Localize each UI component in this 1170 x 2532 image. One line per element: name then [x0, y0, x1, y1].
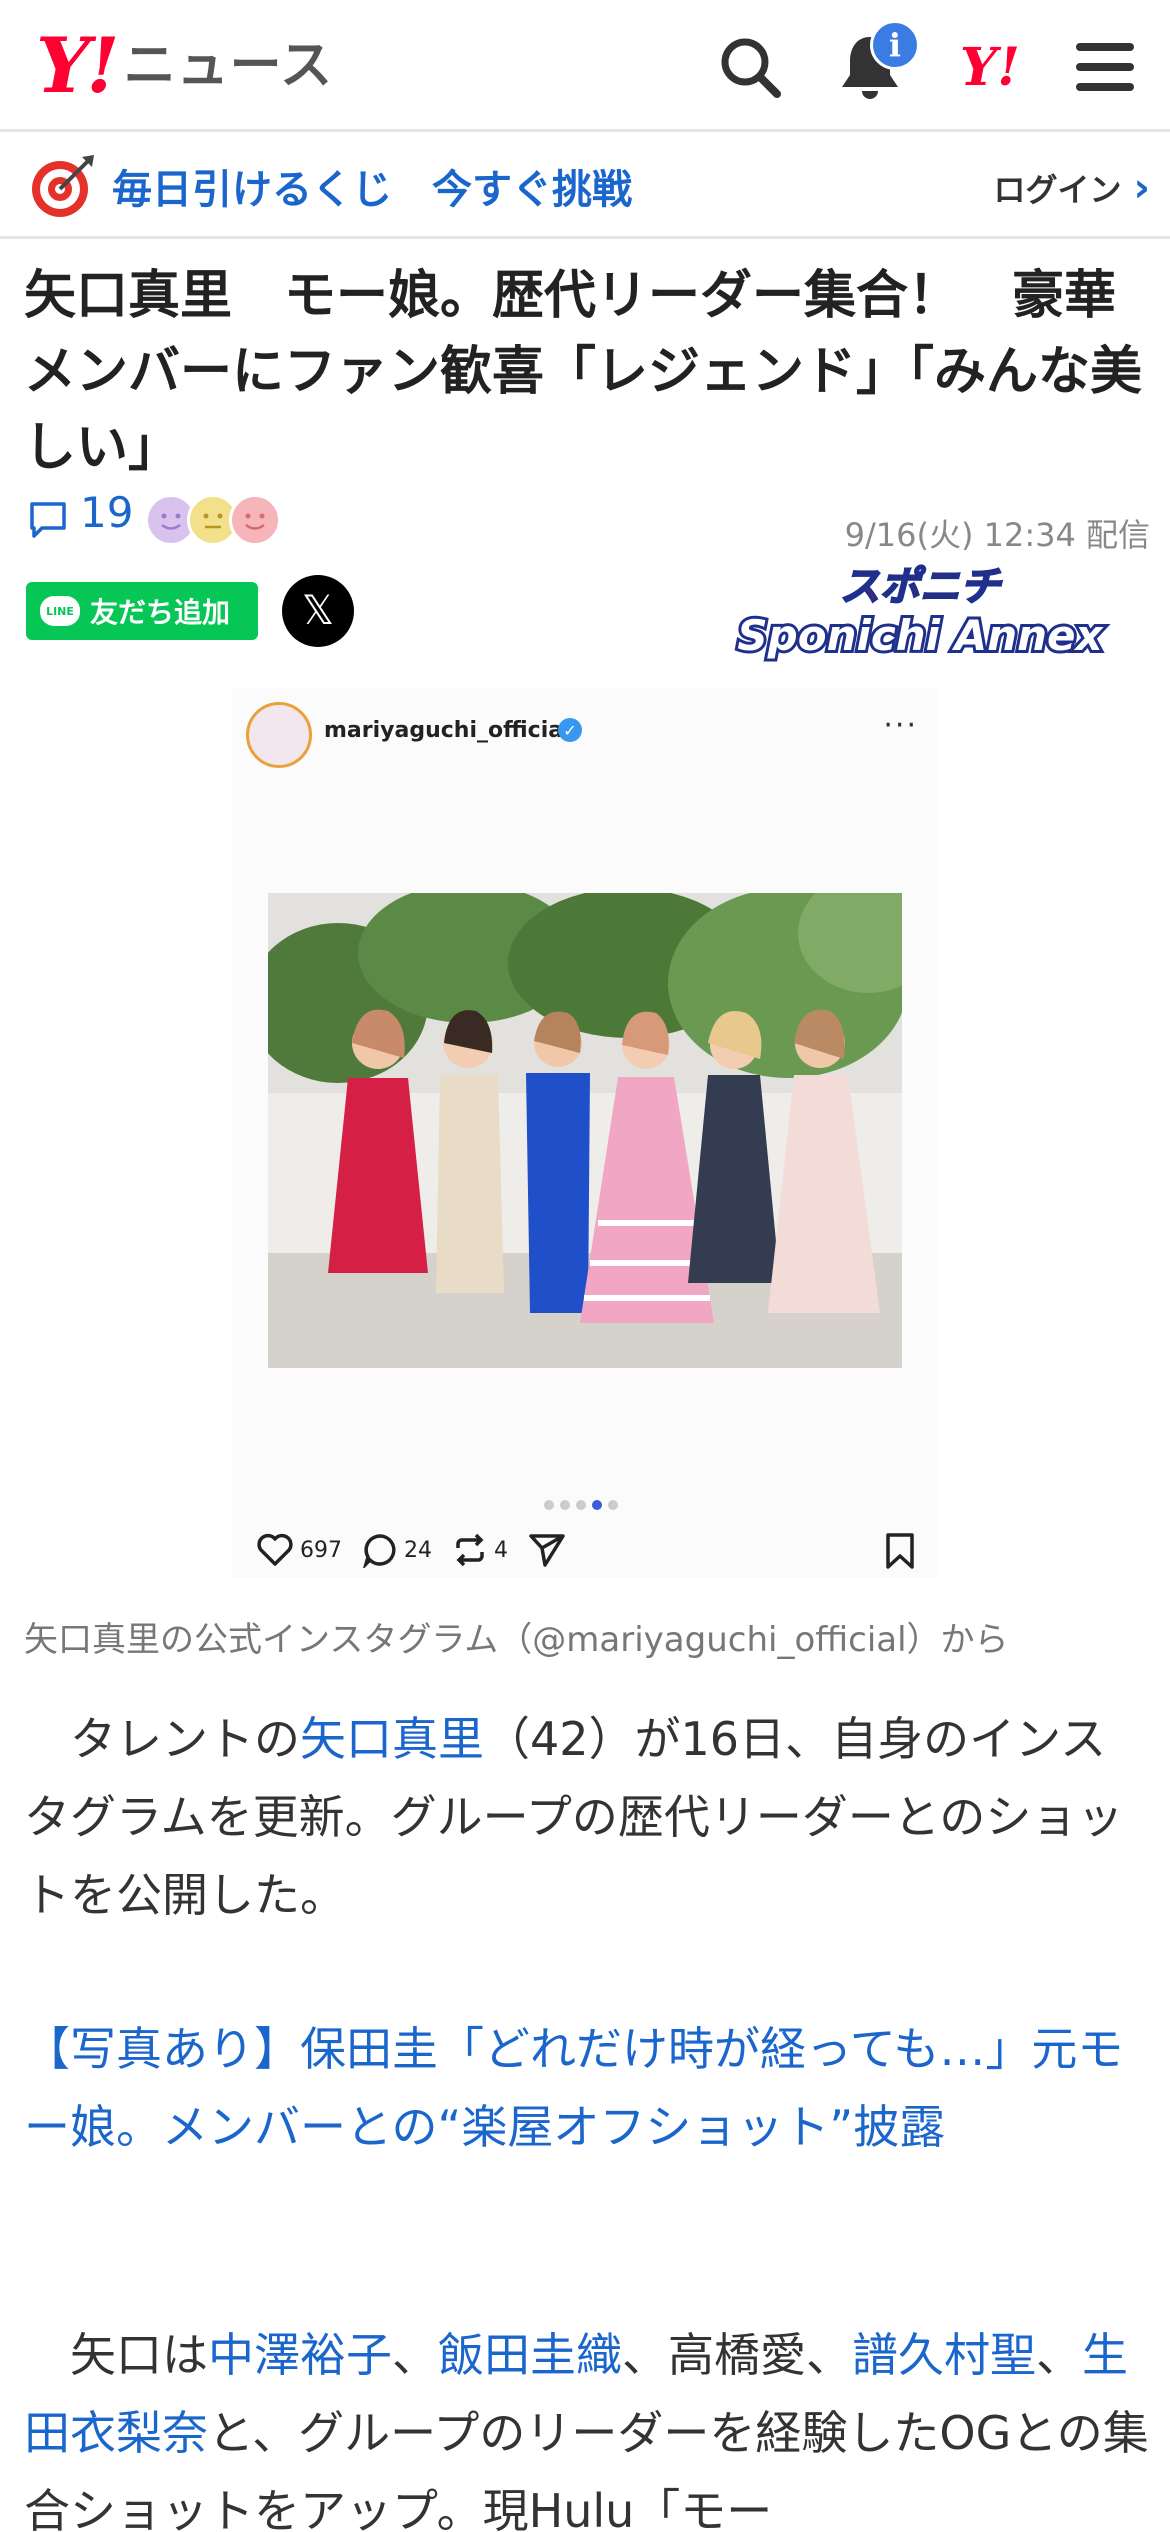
carousel-dot[interactable] — [608, 1500, 618, 1510]
image-caption: 矢口真里の公式インスタグラム（@mariyaguchi_official）から — [24, 1620, 1009, 1660]
article-image[interactable]: mariyaguchi_official ✓ ··· 697 24 4 — [232, 688, 938, 1578]
related-article-link[interactable]: 【写真あり】保田圭「どれだけ時が経っても…」元モー娘。メンバーとの“楽屋オフショ… — [24, 2010, 1149, 2166]
ig-like[interactable]: 697 — [256, 1533, 342, 1567]
ig-comment[interactable]: 24 — [362, 1532, 432, 1568]
verified-icon: ✓ — [558, 718, 582, 742]
send-icon — [529, 1534, 565, 1567]
reaction-face-icon — [229, 494, 281, 546]
chevron-right-icon: › — [1133, 165, 1150, 211]
repost-count: 4 — [494, 1537, 508, 1563]
ig-action-bar: 697 24 4 — [256, 1528, 926, 1572]
x-share-button[interactable]: 𝕏 — [282, 575, 354, 647]
carousel-dot-active[interactable] — [592, 1500, 602, 1510]
text-segment: 矢口は — [24, 2328, 208, 2382]
person-link[interactable]: 中澤裕子 — [208, 2328, 392, 2382]
line-button-label: 友だち追加 — [90, 596, 231, 629]
ig-send[interactable] — [528, 1532, 566, 1568]
sponichi-annex-logo[interactable]: スポニチ Sponichi Annex — [694, 558, 1146, 662]
bookmark-icon[interactable] — [884, 1532, 916, 1576]
text-segment: 、 — [392, 2328, 438, 2382]
lottery-promo-bar[interactable]: 毎日引けるくじ 今すぐ挑戦 ログイン › — [0, 135, 1170, 239]
lottery-promo-text[interactable]: 毎日引けるくじ 今すぐ挑戦 — [112, 157, 632, 215]
person-link[interactable]: 飯田圭織 — [438, 2328, 622, 2382]
like-count: 697 — [300, 1537, 342, 1563]
more-icon: ··· — [883, 708, 918, 743]
notification-badge[interactable]: i — [870, 20, 920, 70]
text-segment: タレントの — [24, 1712, 300, 1766]
app-header: Y! ニュース i Y! — [0, 0, 1170, 132]
ig-username: mariyaguchi_official — [324, 718, 571, 743]
comment-count[interactable]: 19 — [80, 488, 133, 537]
line-logo-icon: LINE — [40, 596, 80, 626]
group-photo — [268, 893, 902, 1368]
heart-icon — [257, 1533, 293, 1566]
article-paragraph: 矢口は中澤裕子、飯田圭織、高橋愛、譜久村聖、生田衣梨奈と、グループのリーダーを経… — [24, 2316, 1149, 2532]
carousel-dot[interactable] — [576, 1500, 586, 1510]
ig-repost[interactable]: 4 — [452, 1532, 508, 1568]
menu-icon[interactable] — [1060, 22, 1150, 112]
comment-bubble-icon — [363, 1534, 396, 1568]
target-icon — [28, 153, 96, 221]
yahoo-news-logo[interactable]: Y! ニュース — [36, 26, 333, 106]
person-link[interactable]: 矢口真里 — [300, 1712, 484, 1766]
reaction-faces[interactable] — [145, 494, 281, 546]
logo-mark: Y! — [36, 21, 120, 110]
person-link[interactable]: 譜久村聖 — [852, 2328, 1036, 2382]
comment-icon[interactable] — [28, 500, 68, 540]
article-title: 矢口真里 モー娘。歴代リーダー集合！ 豪華メンバーにファン歓喜「レジェンド」「み… — [24, 266, 1143, 478]
text-segment: 、高橋愛、 — [622, 2328, 852, 2382]
ig-comment-count: 24 — [404, 1537, 432, 1563]
sponichi-logo-bottom: Sponichi Annex — [737, 611, 1104, 660]
search-icon[interactable] — [705, 22, 795, 112]
publish-date: 9/16(火) 12:34 配信 — [844, 516, 1150, 554]
carousel-dot[interactable] — [560, 1500, 570, 1510]
line-add-friend-button[interactable]: LINE 友だち追加 — [26, 582, 258, 640]
login-link[interactable]: ログイン › — [994, 165, 1151, 211]
article-paragraph: タレントの矢口真里（42）が16日、自身のインスタグラムを更新。グループの歴代リ… — [24, 1700, 1149, 1934]
text-segment: 、 — [1036, 2328, 1082, 2382]
carousel-dot[interactable] — [544, 1500, 554, 1510]
login-label: ログイン — [993, 171, 1122, 209]
logo-text: ニュース — [123, 36, 334, 96]
ig-avatar — [246, 702, 312, 768]
sponichi-logo-top: スポニチ — [840, 564, 1002, 610]
yahoo-japan-icon[interactable]: Y! — [945, 22, 1035, 112]
carousel-dots[interactable] — [544, 1500, 618, 1510]
repost-icon — [456, 1533, 484, 1567]
